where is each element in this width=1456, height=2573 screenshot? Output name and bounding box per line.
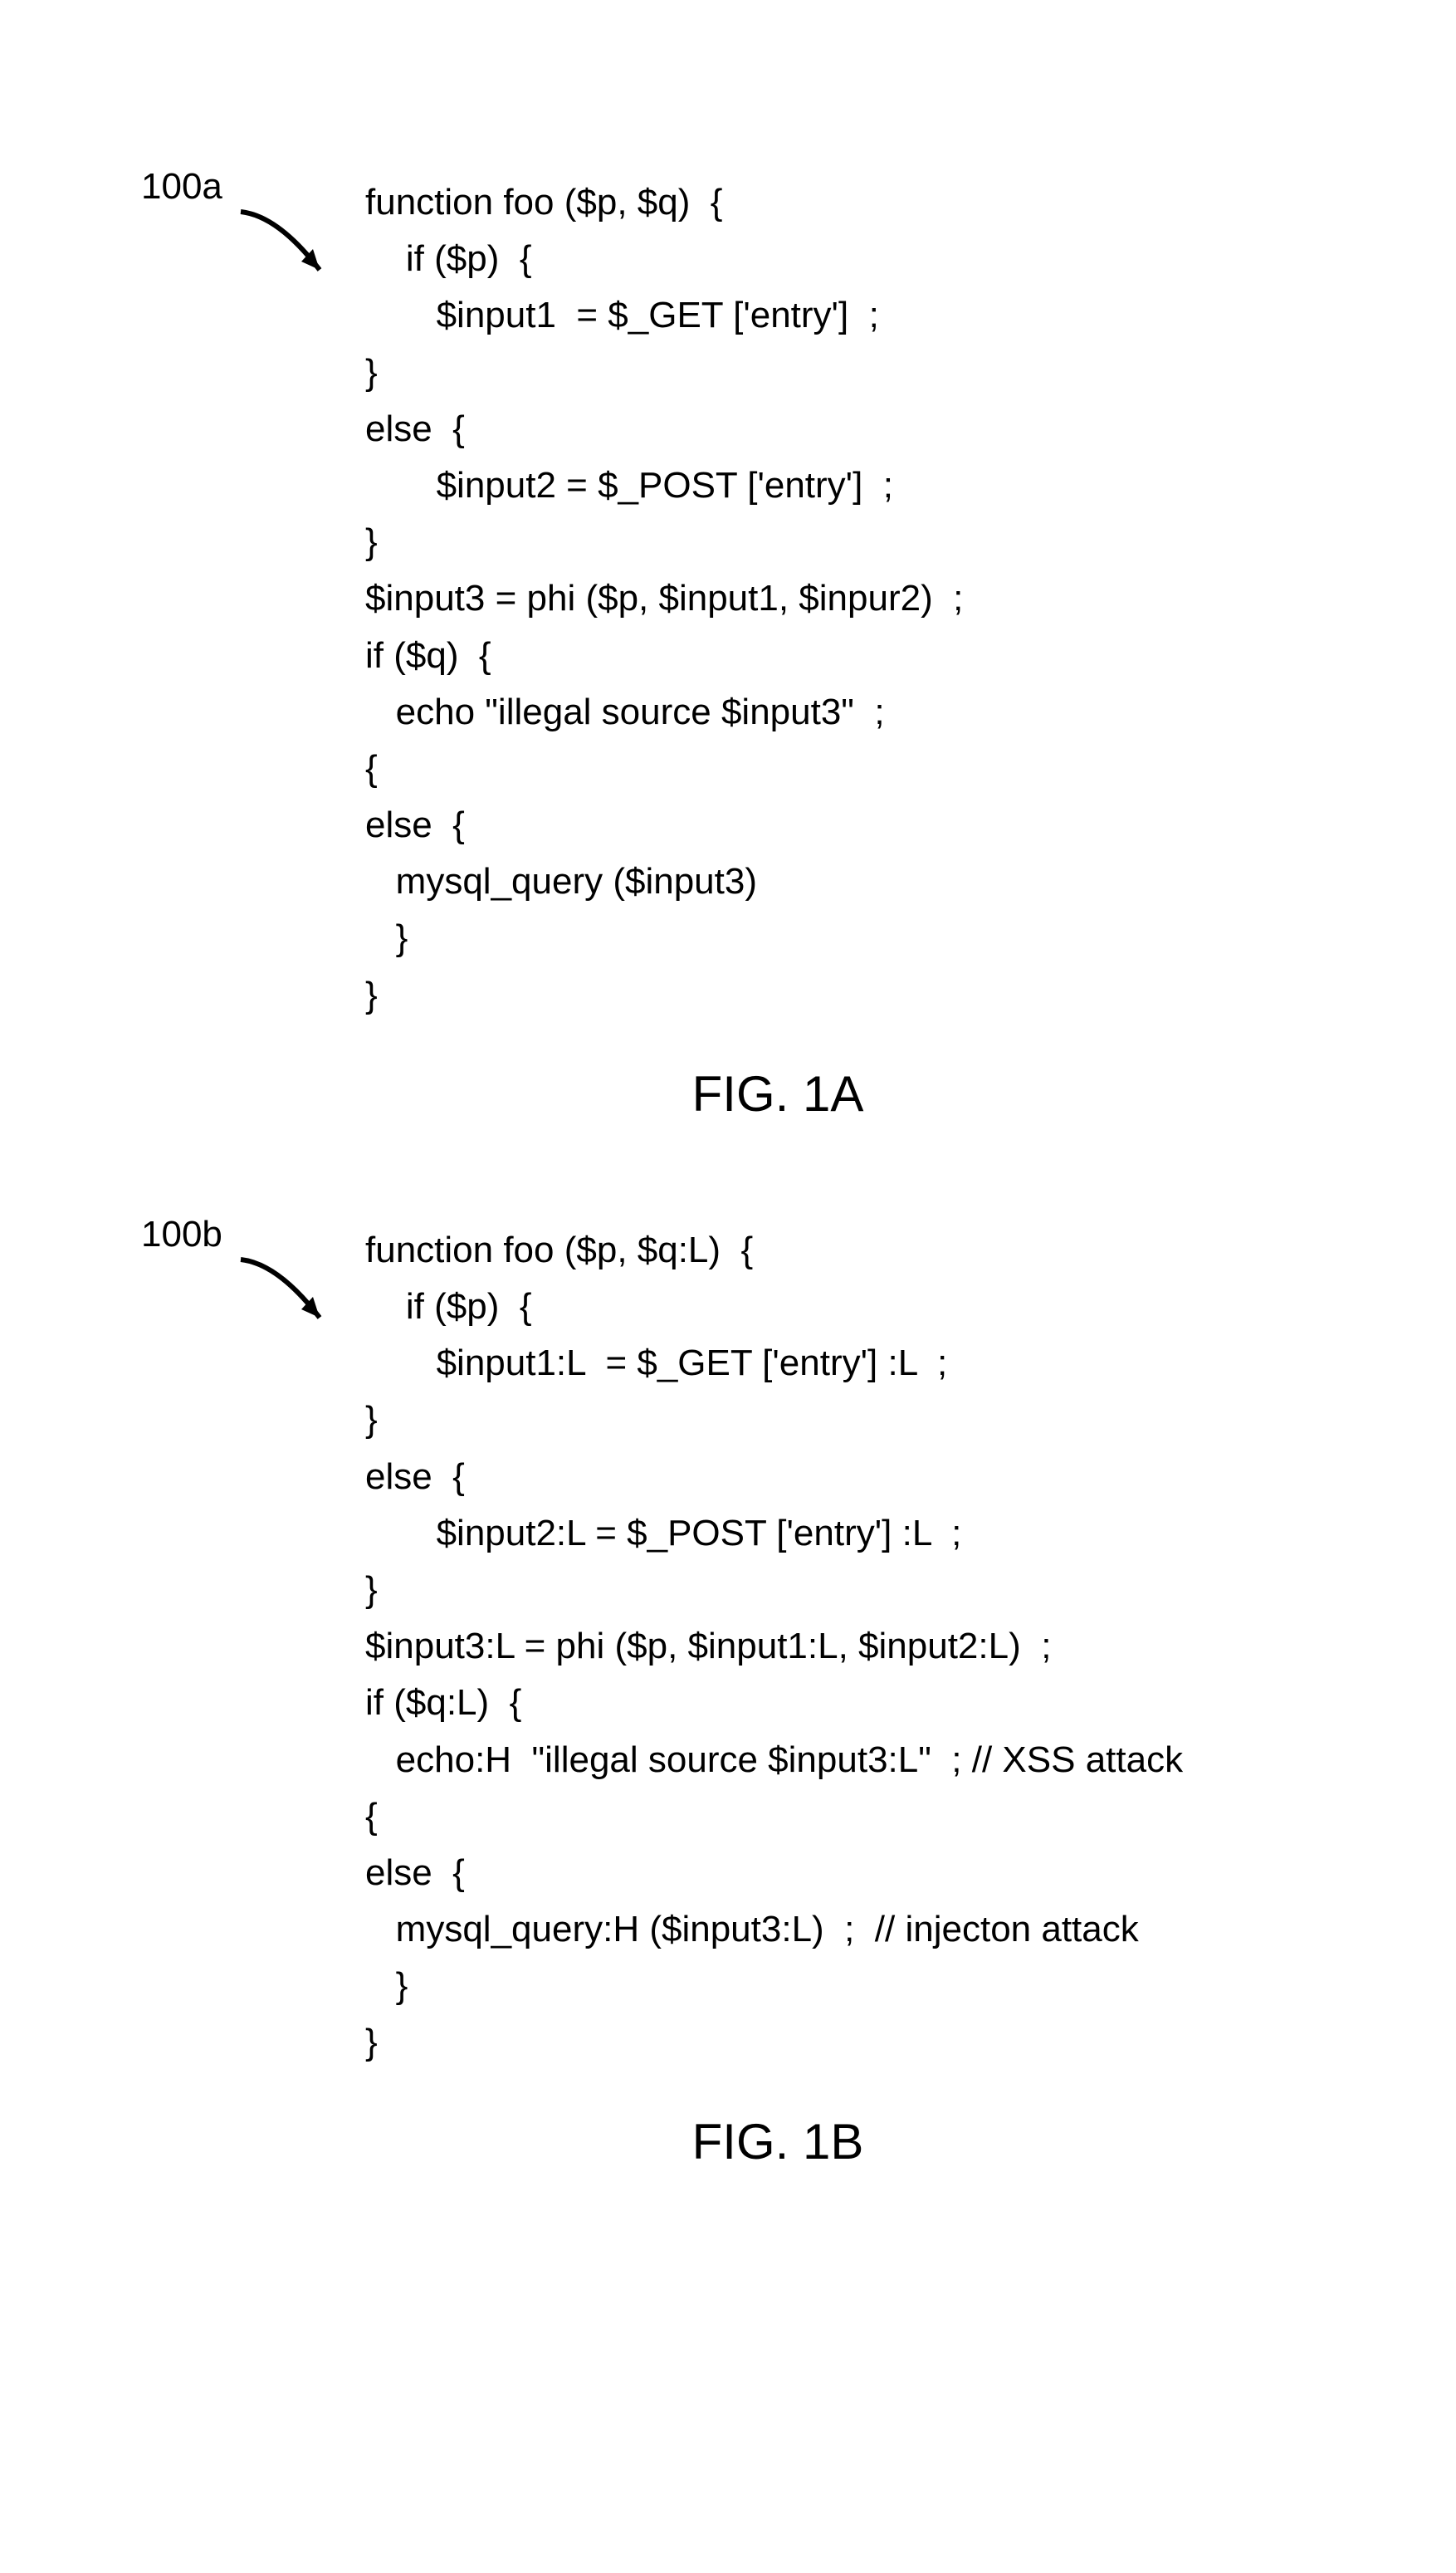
figure-a-caption: FIG. 1A (149, 1065, 1406, 1123)
code-listing-b: function foo ($p, $q:L) { if ($p) { $inp… (365, 1222, 1406, 2072)
arrow-leader-icon (228, 1251, 344, 1343)
code-listing-a: function foo ($p, $q) { if ($p) { $input… (365, 174, 1406, 1024)
figure-b-caption: FIG. 1B (149, 2113, 1406, 2170)
figure-a-ref-label: 100a (141, 166, 222, 208)
figure-1b: 100b function foo ($p, $q:L) { if ($p) {… (50, 1222, 1406, 2170)
figure-b-ref-label: 100b (141, 1214, 222, 1255)
arrow-leader-icon (228, 203, 344, 295)
figure-1a: 100a function foo ($p, $q) { if ($p) { $… (50, 174, 1406, 1123)
